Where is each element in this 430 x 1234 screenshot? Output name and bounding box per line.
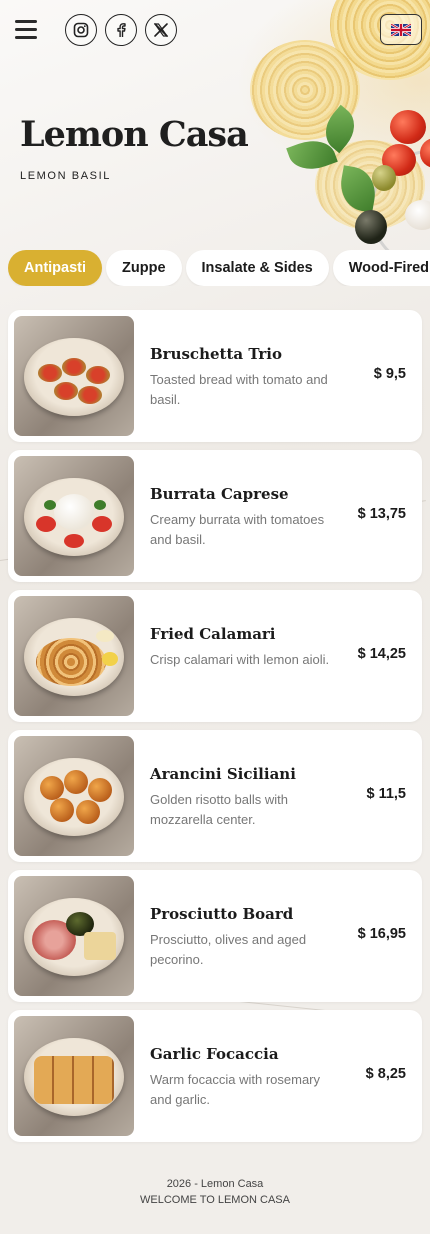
tab-insalate-sides[interactable]: Insalate & Sides bbox=[185, 250, 329, 286]
item-name: Garlic Focaccia bbox=[150, 1045, 279, 1063]
uk-flag-icon bbox=[391, 23, 411, 36]
menu-item[interactable]: Burrata Caprese Creamy burrata with toma… bbox=[8, 450, 422, 582]
restaurant-title: Lemon Casa bbox=[20, 114, 249, 155]
bruschetta-image bbox=[14, 316, 134, 436]
instagram-icon[interactable] bbox=[65, 14, 97, 46]
menu-list: Bruschetta Trio Toasted bread with tomat… bbox=[8, 310, 422, 1150]
item-description: Prosciutto, olives and aged pecorino. bbox=[150, 932, 307, 967]
prosciutto-board-image bbox=[14, 876, 134, 996]
item-name: Fried Calamari bbox=[150, 625, 276, 643]
burrata-image bbox=[14, 456, 134, 576]
item-price: $ 16,95 bbox=[357, 926, 406, 942]
item-price: $ 14,25 bbox=[357, 646, 406, 662]
category-tabs: Antipasti Zuppe Insalate & Sides Wood-Fired… bbox=[8, 250, 430, 286]
menu-item[interactable]: Arancini Siciliani Golden risotto balls … bbox=[8, 730, 422, 862]
focaccia-image bbox=[14, 1016, 134, 1136]
olive bbox=[355, 210, 387, 244]
restaurant-subtitle: LEMON BASIL bbox=[20, 170, 111, 182]
top-bar bbox=[0, 0, 430, 62]
item-price: $ 13,75 bbox=[357, 506, 406, 522]
item-description: Creamy burrata with tomatoes and basil. bbox=[150, 512, 325, 547]
menu-item[interactable]: Bruschetta Trio Toasted bread with tomat… bbox=[8, 310, 422, 442]
x-icon[interactable] bbox=[145, 14, 177, 46]
menu-item[interactable]: Fried Calamari Crisp calamari with lemon… bbox=[8, 590, 422, 722]
language-button[interactable] bbox=[380, 14, 422, 45]
item-description: Warm focaccia with rosemary and garlic. bbox=[150, 1072, 320, 1107]
item-name: Arancini Siciliani bbox=[150, 765, 296, 783]
hamburger-icon[interactable] bbox=[15, 20, 37, 40]
item-price: $ 11,5 bbox=[366, 786, 406, 802]
item-description: Toasted bread with tomato and basil. bbox=[150, 372, 328, 407]
facebook-icon[interactable] bbox=[105, 14, 137, 46]
olive bbox=[372, 165, 396, 191]
tab-wood-fired-pizza[interactable]: Wood-Fired Piz bbox=[332, 250, 430, 286]
tomato bbox=[390, 110, 426, 144]
menu-item[interactable]: Garlic Focaccia Warm focaccia with rosem… bbox=[8, 1010, 422, 1142]
tab-zuppe[interactable]: Zuppe bbox=[106, 250, 182, 286]
footer-tagline: WELCOME TO LEMON CASA bbox=[140, 1194, 290, 1206]
footer: 2026 - Lemon Casa WELCOME TO LEMON CASA bbox=[0, 1176, 430, 1208]
tab-antipasti[interactable]: Antipasti bbox=[8, 250, 103, 286]
item-name: Prosciutto Board bbox=[150, 905, 294, 923]
arancini-image bbox=[14, 736, 134, 856]
item-description: Crisp calamari with lemon aioli. bbox=[150, 652, 330, 667]
item-description: Golden risotto balls with mozzarella cen… bbox=[150, 792, 289, 827]
item-price: $ 8,25 bbox=[365, 1066, 406, 1082]
calamari-image bbox=[14, 596, 134, 716]
item-name: Bruschetta Trio bbox=[150, 345, 282, 363]
menu-item[interactable]: Prosciutto Board Prosciutto, olives and … bbox=[8, 870, 422, 1002]
item-name: Burrata Caprese bbox=[150, 485, 289, 503]
footer-copyright: 2026 - Lemon Casa bbox=[166, 1178, 264, 1190]
item-price: $ 9,5 bbox=[373, 366, 406, 382]
